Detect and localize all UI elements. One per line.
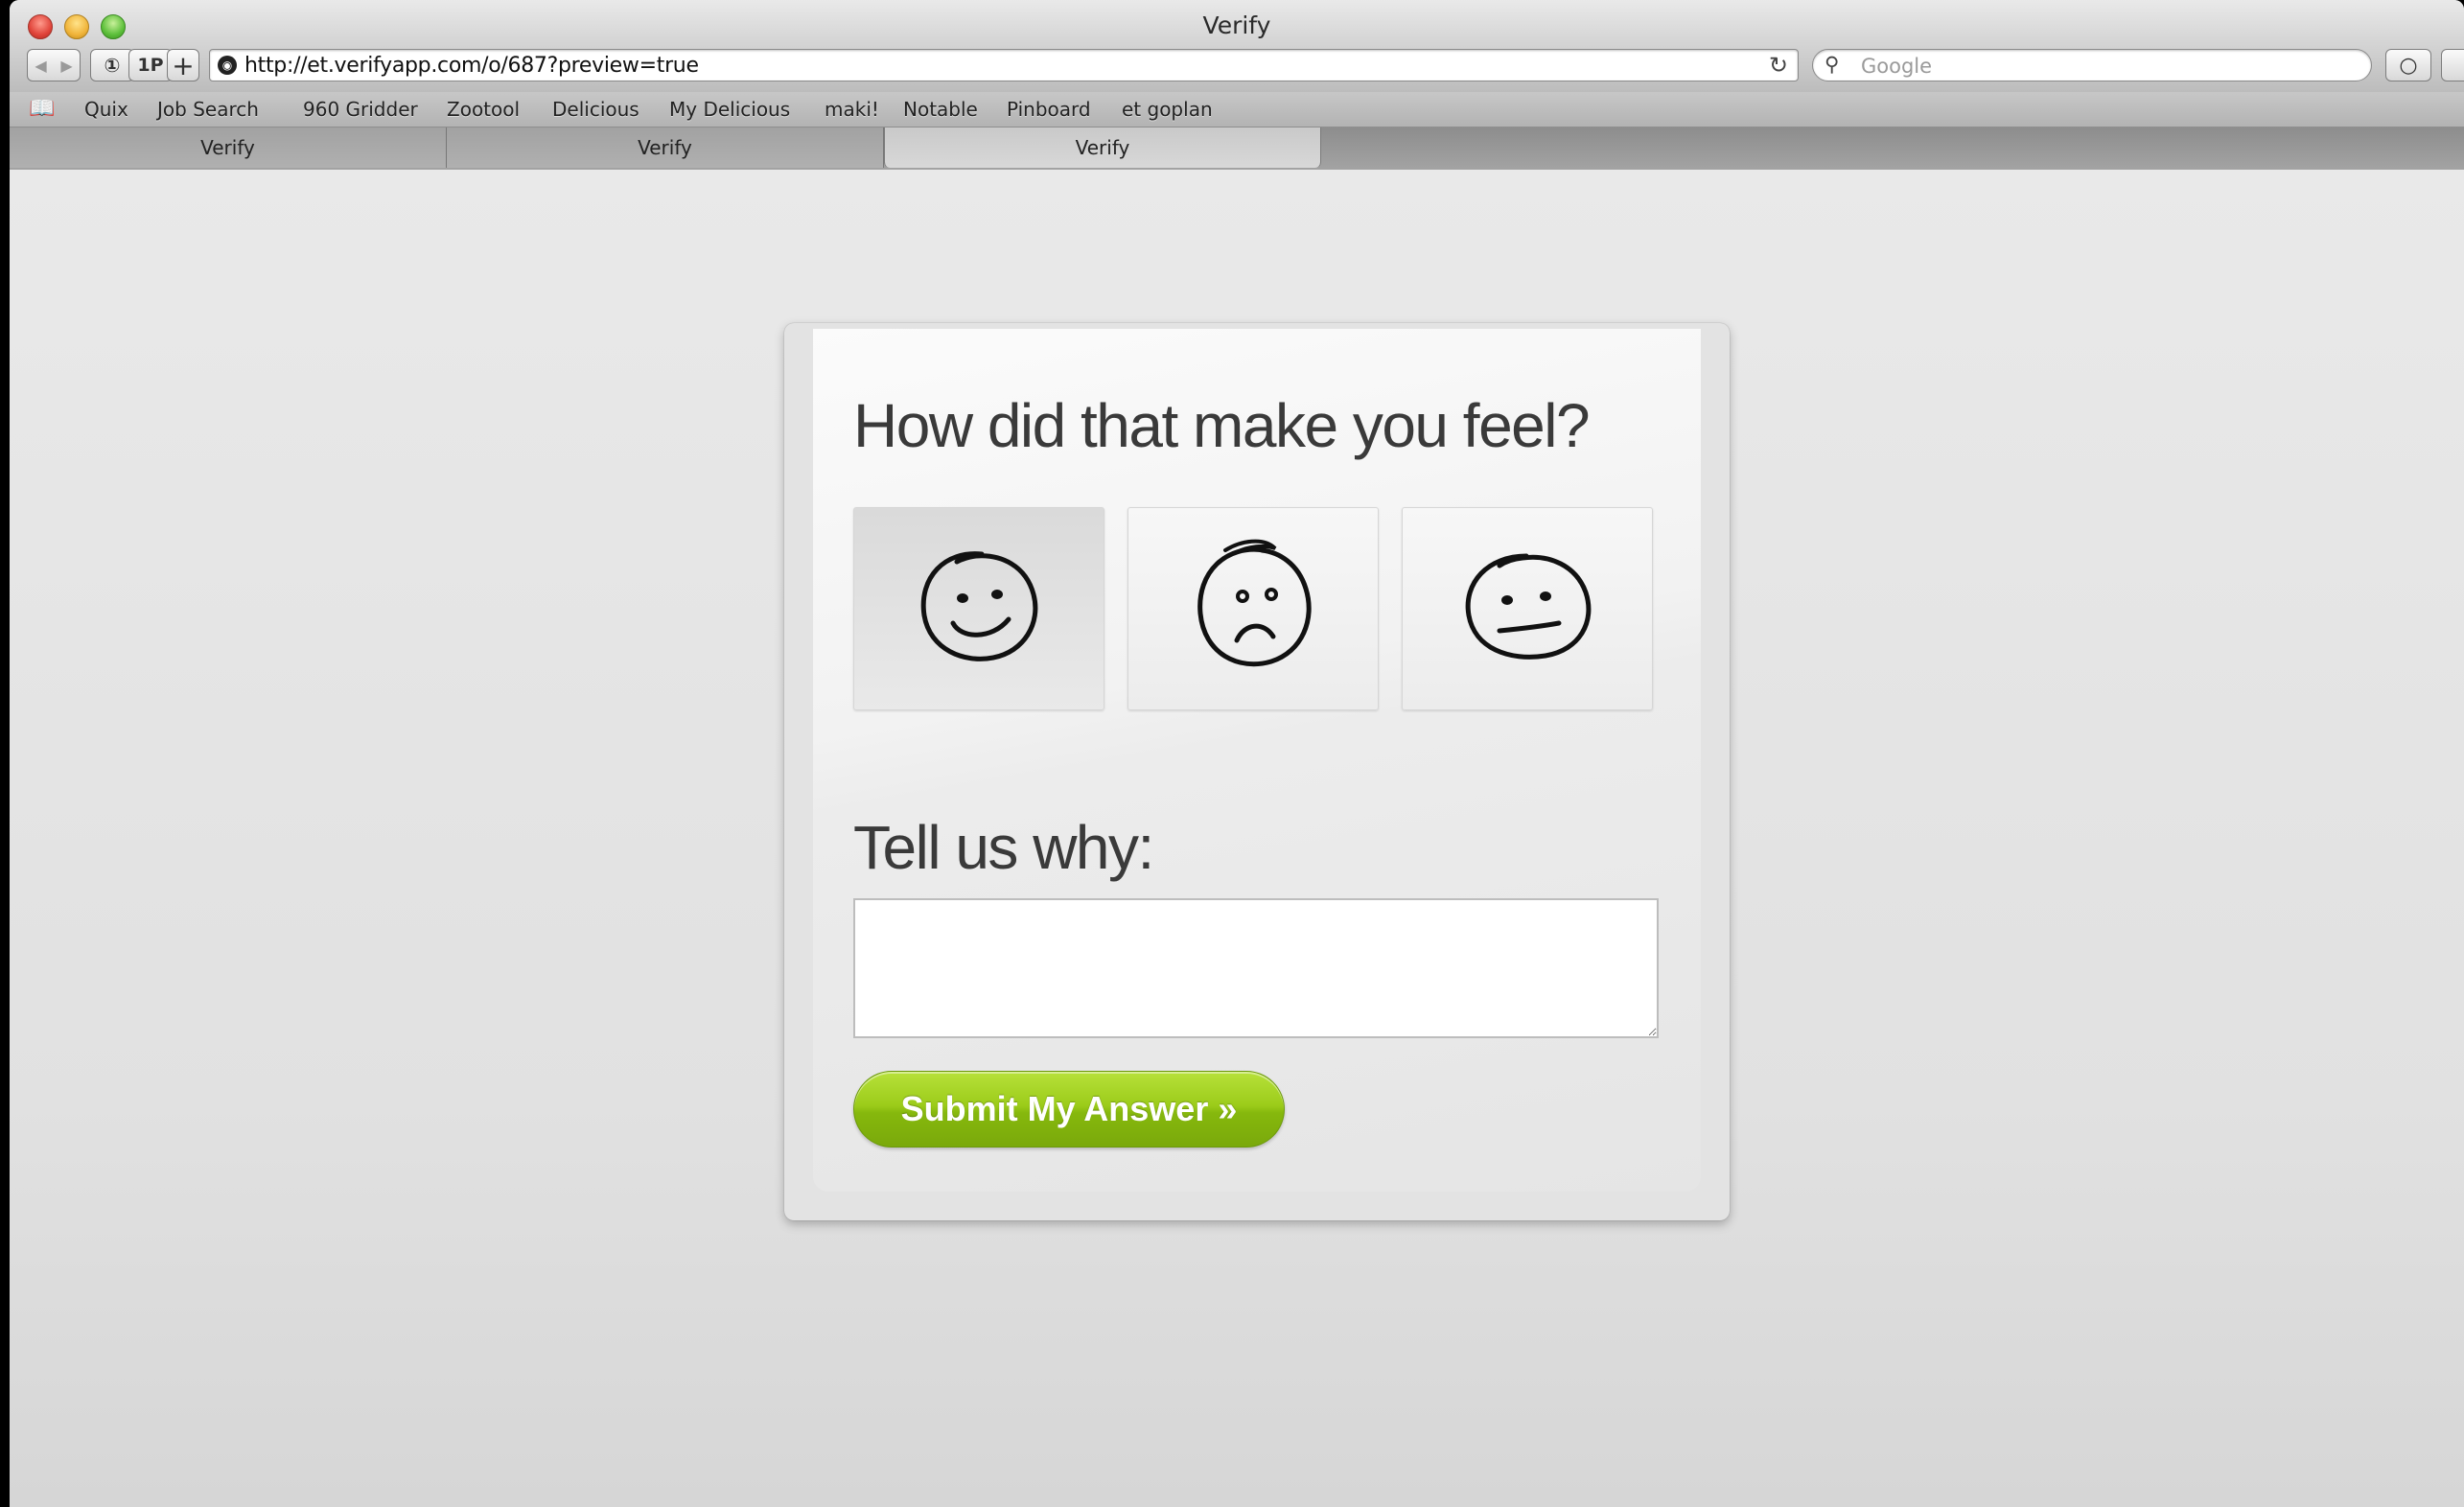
bookmark-maki[interactable]: maki! (825, 98, 879, 121)
page-content: How did that make you feel? Tell us why:… (10, 170, 2464, 1507)
bookmark-my-delicious[interactable]: My Delicious (669, 98, 790, 121)
url-text[interactable]: http://et.verifyapp.com/o/687?preview=tr… (244, 54, 699, 78)
neutral-face-option[interactable] (1402, 507, 1653, 710)
bookmark-et-goplan[interactable]: et goplan (1122, 98, 1213, 121)
bookmark-job-search[interactable]: Job Search (157, 98, 259, 121)
tab-verify-2[interactable]: Verify (447, 128, 884, 168)
search-icon: ⚲ (1825, 54, 1840, 76)
survey-card: How did that make you feel? Tell us why:… (784, 323, 1730, 1220)
happy-face-icon (920, 551, 1038, 661)
search-bar[interactable]: ⚲ (1812, 49, 2372, 81)
tab-bar: Verify Verify Verify (10, 128, 2464, 170)
search-input[interactable] (1859, 53, 2342, 80)
globe-icon: ◉ (218, 56, 237, 75)
browser-toolbar: ◀ ▶ ① 1P + ◉ http://et.verifyapp.com/o/6… (10, 44, 2464, 92)
bookmark-960-gridder[interactable]: 960 Gridder (303, 98, 418, 121)
neutral-face-icon (1465, 553, 1592, 660)
bookmark-pinboard[interactable]: Pinboard (1007, 98, 1091, 121)
reload-icon[interactable]: ↻ (1769, 52, 1788, 80)
tell-us-why-label: Tell us why: (853, 813, 1154, 882)
activity-button[interactable]: ○ (2385, 49, 2431, 81)
bookmarks-book-icon[interactable]: 📖 (29, 96, 55, 121)
back-button[interactable]: ◀ (35, 57, 46, 75)
back-forward-buttons: ◀ ▶ (27, 49, 81, 81)
bookmark-notable[interactable]: Notable (903, 98, 978, 121)
bookmarks-bar: 📖 Quix Job Search 960 Gridder Zootool De… (10, 92, 2464, 128)
bookmark-delicious[interactable]: Delicious (552, 98, 639, 121)
tell-us-why-textarea[interactable] (853, 898, 1659, 1038)
bookmark-zootool[interactable]: Zootool (447, 98, 520, 121)
forward-button[interactable]: ▶ (60, 57, 72, 75)
submit-answer-button[interactable]: Submit My Answer » (853, 1071, 1285, 1148)
tab-verify-1[interactable]: Verify (10, 128, 447, 168)
sad-face-icon (1197, 539, 1312, 667)
sad-face-option[interactable] (1127, 507, 1379, 710)
window-title: Verify (1202, 12, 1271, 39)
browser-window: Verify ◀ ▶ ① 1P + ◉ http://et.verifyapp.… (10, 0, 2464, 1507)
toolbar-overflow-button[interactable] (2441, 49, 2464, 81)
bookmark-quix[interactable]: Quix (84, 98, 128, 121)
happy-face-option[interactable] (853, 507, 1104, 710)
address-bar[interactable]: ◉ http://et.verifyapp.com/o/687?preview=… (209, 49, 1799, 81)
add-bookmark-button[interactable]: + (167, 49, 199, 81)
tab-verify-3[interactable]: Verify (884, 128, 1321, 168)
survey-question: How did that make you feel? (853, 391, 1591, 460)
